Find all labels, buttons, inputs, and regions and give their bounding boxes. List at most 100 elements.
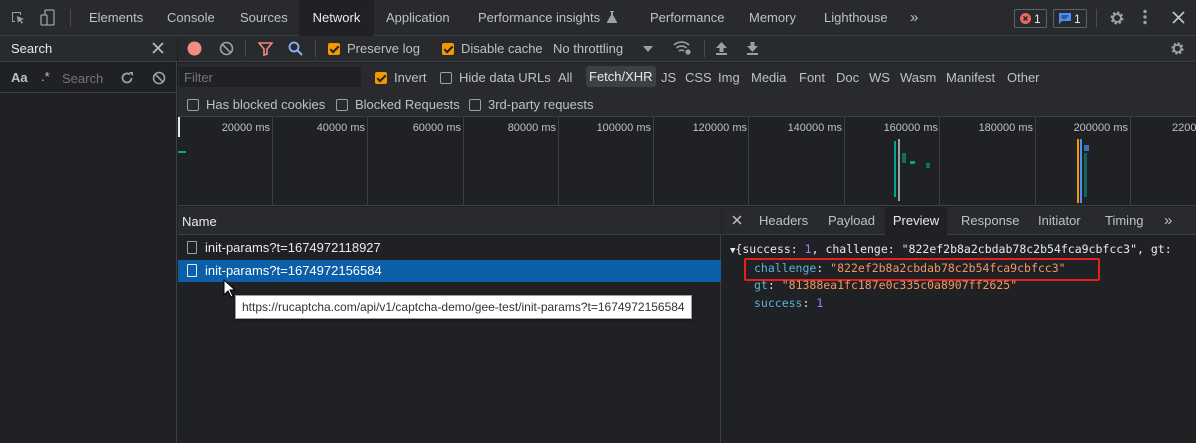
tab-response[interactable]: Response	[961, 207, 1020, 235]
disable-cache-label: Disable cache	[461, 41, 543, 56]
third-party-checkbox[interactable]: 3rd-party requests	[469, 97, 594, 112]
more-options-icon[interactable]	[1143, 9, 1147, 25]
record-icon[interactable]	[187, 41, 202, 56]
tab-console[interactable]: Console	[167, 0, 215, 36]
filter-type-doc[interactable]: Doc	[836, 70, 859, 85]
third-party-check	[469, 98, 481, 111]
filter-type-fetch-xhr[interactable]: Fetch/XHR	[586, 66, 656, 87]
json-success-line: success: 1	[754, 296, 824, 310]
close-search-icon[interactable]	[152, 42, 164, 54]
toolbar-divider	[1096, 9, 1097, 27]
flask-icon	[606, 11, 617, 23]
filter-type-all[interactable]: All	[558, 70, 572, 85]
third-party-label: 3rd-party requests	[488, 97, 594, 112]
search-input[interactable]	[62, 68, 112, 88]
message-icon	[1059, 13, 1071, 24]
timeline-tick-label: 2200	[1172, 122, 1196, 134]
timeline-gridline	[558, 117, 559, 206]
filter-type-manifest[interactable]: Manifest	[946, 70, 995, 85]
more-tabs-chevron-icon[interactable]: »	[910, 0, 918, 36]
errors-count: 1	[1034, 11, 1041, 26]
filter-type-css[interactable]: CSS	[685, 70, 712, 85]
tab-preview[interactable]: Preview	[885, 207, 947, 235]
timeline-load-marker	[1077, 139, 1079, 203]
invert-checkbox[interactable]: Invert	[375, 70, 427, 85]
json-summary-line[interactable]: ▼{success: 1, challenge: "822ef2b8a2cbda…	[730, 242, 1172, 256]
tab-lighthouse[interactable]: Lighthouse	[824, 0, 888, 36]
network-overview-timeline[interactable]: 20000 ms 40000 ms 60000 ms 80000 ms 1000…	[178, 117, 1196, 206]
timeline-gridline	[939, 117, 940, 206]
request-name: init-params?t=1674972118927	[205, 240, 381, 255]
more-detail-tabs-chevron-icon[interactable]: »	[1164, 207, 1172, 235]
device-toolbar-icon[interactable]	[40, 9, 56, 27]
xhr-document-icon	[187, 264, 197, 277]
filter-type-font[interactable]: Font	[799, 70, 825, 85]
tab-memory[interactable]: Memory	[749, 0, 796, 36]
request-table-header[interactable]: Name	[178, 207, 721, 235]
request-row-selected[interactable]: init-params?t=1674972156584	[178, 260, 721, 282]
tab-payload[interactable]: Payload	[828, 207, 875, 235]
timeline-gridline	[367, 117, 368, 206]
throttling-select[interactable]: No throttling	[553, 41, 654, 56]
timeline-start-marker	[178, 117, 180, 137]
tab-application[interactable]: Application	[386, 0, 450, 36]
close-devtools-icon[interactable]	[1172, 11, 1185, 24]
clear-log-icon[interactable]	[219, 41, 234, 56]
filter-type-img[interactable]: Img	[718, 70, 740, 85]
preserve-log-checkbox[interactable]: Preserve log	[328, 41, 420, 56]
messages-badge[interactable]: 1	[1053, 9, 1087, 28]
search-options-row: Aa .*	[0, 63, 176, 93]
blocked-requests-checkbox[interactable]: Blocked Requests	[336, 97, 460, 112]
timeline-request-bar	[1084, 145, 1089, 151]
timeline-tick-label: 20000 ms	[221, 122, 270, 134]
toolbar-divider	[704, 40, 705, 57]
filter-type-js[interactable]: JS	[661, 70, 676, 85]
import-har-icon[interactable]	[715, 41, 728, 55]
hide-data-urls-checkbox[interactable]: Hide data URLs	[440, 70, 551, 85]
close-details-icon[interactable]	[732, 215, 742, 225]
tab-performance[interactable]: Performance	[650, 0, 724, 36]
request-url-tooltip: https://rucaptcha.com/api/v1/captcha-dem…	[235, 295, 692, 319]
search-icon[interactable]	[288, 41, 303, 56]
tab-headers[interactable]: Headers	[759, 207, 808, 235]
blocked-cookies-checkbox[interactable]: Has blocked cookies	[187, 97, 325, 112]
timeline-gridline	[1130, 117, 1131, 206]
filter-input[interactable]	[179, 67, 361, 87]
request-row[interactable]: init-params?t=1674972118927	[178, 237, 721, 259]
tab-sources[interactable]: Sources	[240, 0, 288, 36]
tab-performance-insights-label: Performance insights	[478, 10, 601, 25]
tab-timing[interactable]: Timing	[1105, 207, 1144, 235]
tab-performance-insights[interactable]: Performance insights	[478, 0, 617, 36]
filter-type-ws[interactable]: WS	[869, 70, 890, 85]
toolbar-divider	[315, 40, 316, 57]
filter-type-wasm[interactable]: Wasm	[900, 70, 936, 85]
timeline-tick-label: 160000 ms	[883, 122, 938, 134]
settings-gear-icon[interactable]	[1109, 10, 1125, 26]
timeline-gridline	[844, 117, 845, 206]
clear-search-icon[interactable]	[152, 71, 166, 85]
hide-data-urls-check	[440, 71, 452, 84]
match-case-toggle[interactable]: Aa	[11, 70, 28, 85]
inspect-element-icon[interactable]	[10, 10, 26, 26]
blocked-cookies-label: Has blocked cookies	[206, 97, 326, 112]
regex-toggle[interactable]: .*	[41, 69, 50, 84]
json-key: gt	[754, 278, 768, 292]
network-conditions-wifi-icon[interactable]	[673, 40, 691, 55]
tab-initiator[interactable]: Initiator	[1038, 207, 1081, 235]
export-har-icon[interactable]	[746, 41, 759, 55]
disable-cache-checkbox[interactable]: Disable cache	[442, 41, 543, 56]
json-string-value: "81388ea1fc187e0c335c0a8907ff2625"	[781, 278, 1018, 292]
timeline-request-bar	[178, 151, 186, 153]
filter-type-other[interactable]: Other	[1007, 70, 1040, 85]
name-column-header[interactable]: Name	[182, 214, 217, 229]
refresh-icon[interactable]	[120, 71, 134, 85]
timeline-tick-label: 80000 ms	[507, 122, 556, 134]
errors-badge[interactable]: 1	[1014, 9, 1047, 28]
timeline-request-bar	[898, 139, 900, 201]
tab-network[interactable]: Network	[299, 0, 374, 36]
filter-type-media[interactable]: Media	[751, 70, 786, 85]
network-settings-gear-icon[interactable]	[1170, 41, 1185, 56]
tab-elements[interactable]: Elements	[89, 0, 143, 36]
timeline-gridline	[748, 117, 749, 206]
filter-funnel-icon[interactable]	[258, 42, 273, 56]
